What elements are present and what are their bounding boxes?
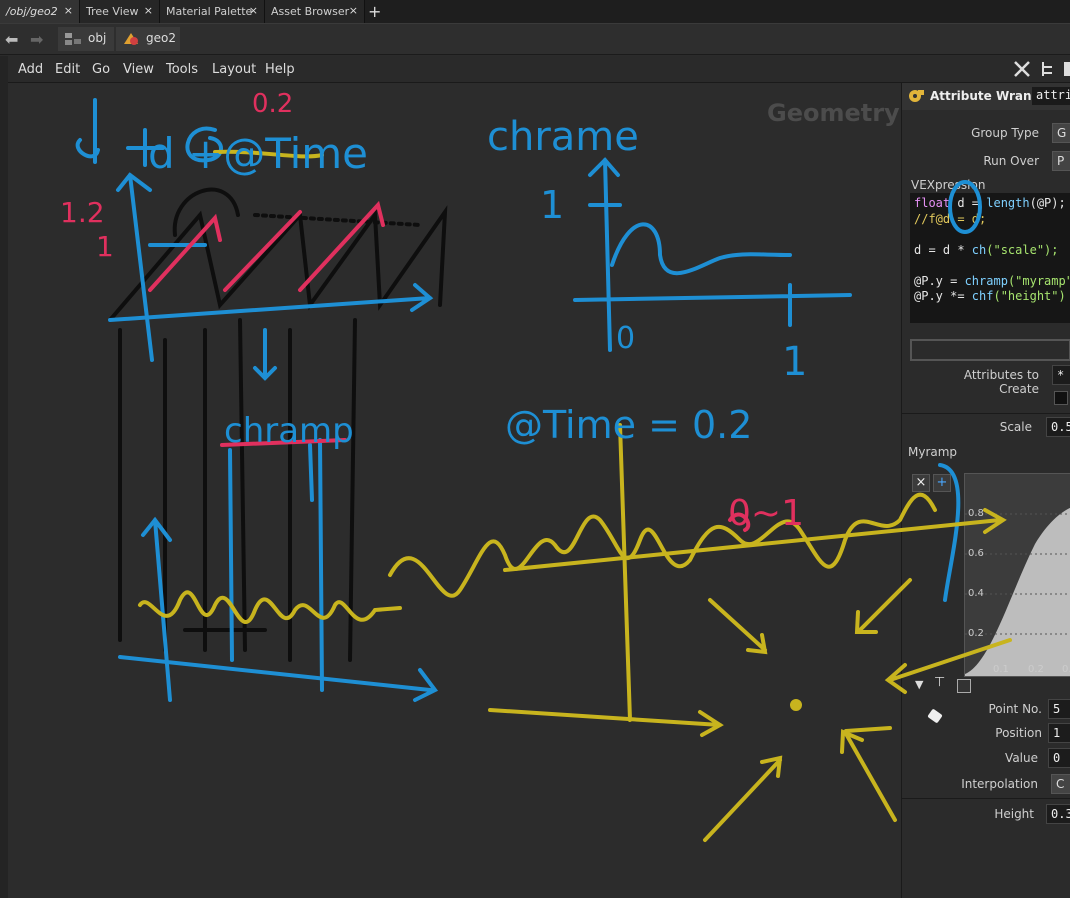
attribute-wrangle-icon: [909, 90, 924, 102]
parameter-panel: Attribute Wrangle attri Group Type G Run…: [901, 83, 1070, 898]
point-no-label: Point No.: [988, 702, 1042, 716]
group-type-menu[interactable]: G: [1052, 123, 1070, 143]
code-line: d = d * ch("scale");: [914, 242, 1059, 257]
ramp-x-tick: 0.1: [993, 664, 1009, 675]
divider: [902, 413, 1070, 414]
ramp-add-point-button[interactable]: +: [933, 474, 951, 492]
tree-layout-icon[interactable]: [1038, 59, 1058, 79]
menu-help[interactable]: Help: [265, 62, 295, 77]
menu-bar: Add Edit Go View Tools Layout Help: [0, 56, 1070, 83]
menu-layout[interactable]: Layout: [212, 62, 256, 77]
menu-view[interactable]: View: [123, 62, 154, 77]
list-icon[interactable]: [1062, 59, 1070, 79]
breadcrumb-obj[interactable]: obj: [58, 27, 114, 51]
tab-material-palette[interactable]: Material Palette ×: [160, 0, 265, 23]
menu-tools[interactable]: Tools: [166, 62, 198, 77]
divider: [902, 798, 1070, 799]
breadcrumb-label: obj: [88, 31, 107, 45]
value-field[interactable]: 0: [1048, 748, 1070, 768]
interpolation-menu[interactable]: C: [1051, 774, 1070, 794]
back-arrow-icon[interactable]: ⬅: [5, 30, 18, 49]
scale-label: Scale: [999, 420, 1032, 434]
value-label: Value: [1005, 751, 1038, 765]
vexpression-editor[interactable]: float d = length(@P); //f@d = d; d = d *…: [910, 193, 1070, 323]
panel-header: Attribute Wrangle attri: [902, 83, 1070, 110]
tab-label: Tree View: [86, 5, 139, 18]
ramp-remove-point-button[interactable]: ×: [912, 474, 930, 492]
run-over-menu[interactable]: P: [1052, 151, 1070, 171]
height-label: Height: [994, 807, 1034, 821]
ramp-point-handle[interactable]: [957, 679, 971, 693]
ramp-curve: [965, 507, 1070, 676]
breadcrumb-geo2[interactable]: geo2: [116, 27, 180, 51]
height-field[interactable]: 0.3: [1046, 804, 1070, 824]
tab-obj-geo2[interactable]: /obj/geo2 ×: [0, 0, 80, 23]
interpolation-label: Interpolation: [961, 777, 1038, 791]
ramp-menu-triangle-icon[interactable]: ▼: [915, 678, 923, 691]
tab-bar: /obj/geo2 × Tree View × Material Palette…: [0, 0, 1070, 24]
left-edge: [0, 56, 8, 898]
breadcrumb-label: geo2: [146, 31, 176, 45]
checkbox[interactable]: [1054, 391, 1068, 405]
code-line: @P.y = chramp("myramp": [914, 273, 1070, 288]
run-over-label: Run Over: [983, 154, 1039, 168]
code-line: float d = length(@P);: [914, 196, 1066, 210]
close-icon[interactable]: ×: [349, 4, 358, 17]
ramp-y-tick: 0.4: [968, 588, 984, 599]
attributes-to-create-label: Attributes to Create: [963, 368, 1039, 396]
tab-asset-browser[interactable]: Asset Browser ×: [265, 0, 365, 23]
node-name-field[interactable]: attri: [1032, 87, 1070, 105]
network-viewport[interactable]: [8, 83, 901, 898]
myramp-label: Myramp: [908, 445, 958, 459]
menu-go[interactable]: Go: [92, 62, 110, 77]
tab-tree-view[interactable]: Tree View ×: [80, 0, 160, 23]
close-icon[interactable]: ×: [144, 4, 153, 17]
ramp-y-tick: 0.6: [968, 548, 984, 559]
tab-label: Material Palette: [166, 5, 253, 18]
obj-network-icon: [65, 33, 81, 45]
attributes-to-create-field[interactable]: *: [1052, 365, 1070, 385]
tab-label: /obj/geo2: [6, 5, 58, 18]
close-icon[interactable]: ×: [249, 4, 258, 17]
add-tab-icon[interactable]: +: [368, 2, 381, 21]
blank-field[interactable]: [910, 339, 1070, 361]
position-field[interactable]: 1: [1048, 723, 1070, 743]
point-no-field[interactable]: 5: [1048, 699, 1070, 719]
ramp-x-tick: 0.2: [1028, 664, 1044, 675]
ramp-flip-icon[interactable]: ⊤: [934, 675, 945, 690]
vexpression-label: VEXpression: [911, 178, 986, 192]
forward-arrow-icon[interactable]: ➡: [30, 30, 43, 49]
scale-field[interactable]: 0.5: [1046, 417, 1070, 437]
close-icon[interactable]: ×: [64, 4, 73, 17]
geometry-icon: [124, 33, 138, 45]
menu-edit[interactable]: Edit: [55, 62, 80, 77]
tab-label: Asset Browser: [271, 5, 350, 18]
ramp-editor[interactable]: 0.8 0.6 0.4 0.2 0.1 0.2 0.: [964, 473, 1070, 677]
ramp-y-tick: 0.8: [968, 508, 984, 519]
ramp-x-tick: 0.: [1062, 664, 1070, 675]
tools-icon[interactable]: [1012, 59, 1032, 79]
code-line: @P.y *= chf("height"): [914, 289, 1066, 303]
menu-add[interactable]: Add: [18, 62, 43, 77]
viewport-context-label: Geometry: [767, 99, 900, 127]
path-bar: ⬅ ➡ obj geo2: [0, 24, 1070, 55]
eraser-icon[interactable]: [927, 708, 943, 724]
code-line: //f@d = d;: [914, 211, 987, 226]
position-label: Position: [995, 726, 1042, 740]
ramp-y-tick: 0.2: [968, 628, 984, 639]
group-type-label: Group Type: [971, 126, 1039, 140]
